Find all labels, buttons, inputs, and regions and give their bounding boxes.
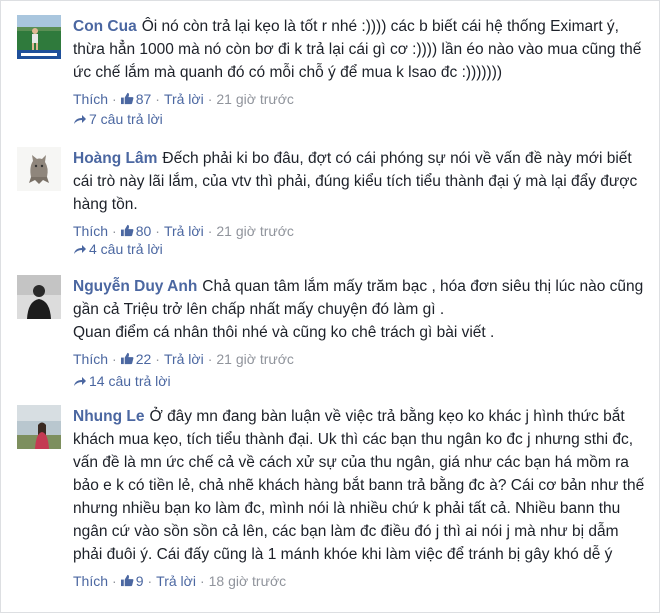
timestamp[interactable]: 21 giờ trước — [216, 223, 294, 239]
comment-panel: Con Cua Ôi nó còn trả lại kẹo là tốt r nh… — [0, 0, 660, 613]
like-count[interactable]: 80 — [136, 223, 152, 239]
thumbs-up-icon — [120, 574, 134, 587]
reply-arrow-icon — [74, 245, 86, 254]
like-button[interactable]: Thích — [73, 91, 108, 107]
reply-arrow-icon — [74, 377, 86, 386]
view-replies-link[interactable]: 7 câu trả lời — [73, 111, 163, 127]
reply-button[interactable]: Trả lời — [164, 91, 204, 107]
thumbs-up-icon — [120, 352, 134, 365]
view-replies-link[interactable]: 14 câu trả lời — [73, 373, 171, 389]
cat-avatar[interactable] — [17, 147, 61, 191]
timestamp[interactable]: 21 giờ trước — [216, 91, 294, 107]
timestamp[interactable]: 18 giờ trước — [209, 573, 287, 589]
comment-author[interactable]: Nguyễn Duy Anh — [73, 278, 197, 295]
person-silhouette-avatar[interactable] — [17, 275, 61, 319]
like-button[interactable]: Thích — [73, 573, 108, 589]
thumbs-up-icon — [120, 92, 134, 105]
timestamp[interactable]: 21 giờ trước — [216, 351, 294, 367]
comment-author[interactable]: Nhung Le — [73, 408, 144, 425]
comment-text: Nhung Le Ở đây mn đang bàn luận về việc t… — [73, 408, 645, 563]
comment-text: Hoàng Lâm Đếch phải ki bo đâu, đợt có cái… — [73, 150, 638, 213]
comment-author[interactable]: Hoàng Lâm — [73, 150, 157, 167]
like-count[interactable]: 87 — [136, 91, 152, 107]
comment-actions: Thích · 9 · Trả lời · 18 giờ trước — [73, 573, 287, 589]
comment-text: Nguyễn Duy Anh Chả quan tâm lắm mấy trăm … — [73, 278, 644, 341]
like-count[interactable]: 22 — [136, 351, 152, 367]
reply-arrow-icon — [74, 115, 86, 124]
soccer-player-avatar[interactable] — [17, 15, 61, 59]
like-count[interactable]: 9 — [136, 573, 144, 589]
like-button[interactable]: Thích — [73, 351, 108, 367]
comment-author[interactable]: Con Cua — [73, 18, 137, 35]
reply-button[interactable]: Trả lời — [164, 351, 204, 367]
comment-text: Con Cua Ôi nó còn trả lại kẹo là tốt r nh… — [73, 18, 642, 81]
like-button[interactable]: Thích — [73, 223, 108, 239]
comment-actions: Thích · 80 · Trả lời · 21 giờ trước — [73, 223, 294, 239]
thumbs-up-icon — [120, 224, 134, 237]
comment-actions: Thích · 87 · Trả lời · 21 giờ trước — [73, 91, 294, 107]
view-replies-link[interactable]: 4 câu trả lời — [73, 241, 163, 257]
woman-outdoor-avatar[interactable] — [17, 405, 61, 449]
reply-button[interactable]: Trả lời — [164, 223, 204, 239]
reply-button[interactable]: Trả lời — [156, 573, 196, 589]
comment-actions: Thích · 22 · Trả lời · 21 giờ trước — [73, 351, 294, 367]
